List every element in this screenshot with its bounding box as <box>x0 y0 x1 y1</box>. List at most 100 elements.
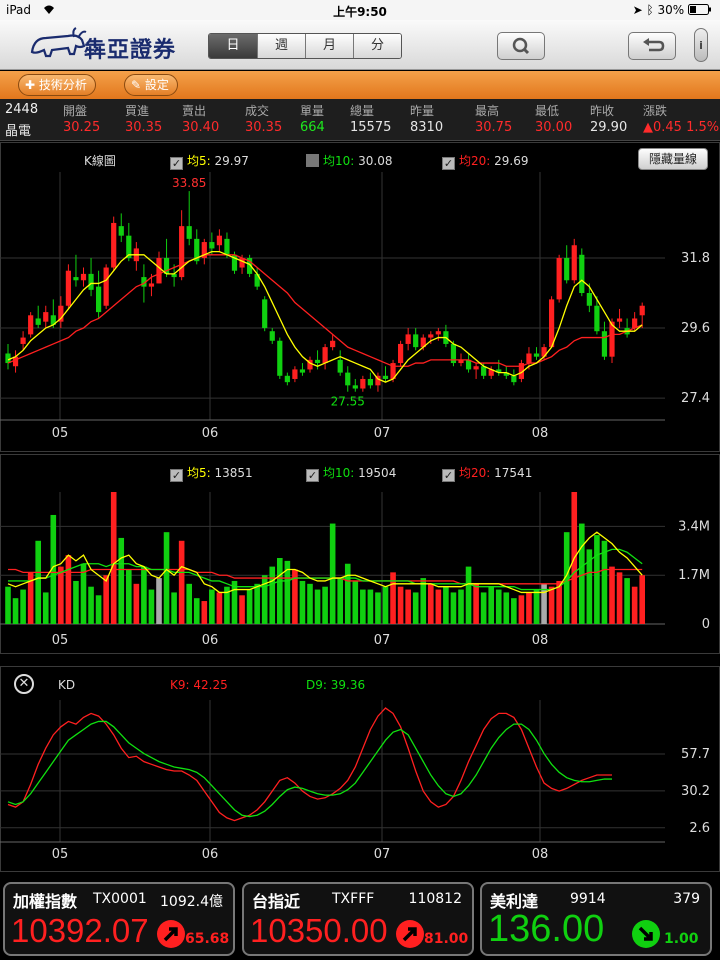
index-change: 1.00 <box>664 931 699 947</box>
volume-bar <box>216 592 223 624</box>
status-bar: iPad 上午9:50 ➤ ᛒ 30% <box>0 0 720 20</box>
volume-bar <box>616 572 623 624</box>
candle-body <box>216 235 222 246</box>
up-arrow-icon <box>157 920 185 948</box>
candle-body <box>533 353 540 357</box>
candle-body <box>428 334 434 338</box>
candle-body <box>435 331 441 335</box>
volume-bar <box>518 595 525 624</box>
volume-bar <box>495 589 502 624</box>
period-tab-week[interactable]: 週 <box>257 34 305 58</box>
volume-bar <box>171 592 177 624</box>
volume-bar <box>405 589 411 624</box>
volume-bar <box>352 580 359 624</box>
volume-bar <box>5 586 11 624</box>
volume-bar <box>382 586 389 624</box>
quote-field-value: 30.35 <box>125 120 163 135</box>
y-tick-label: 0 <box>702 617 710 632</box>
function-toolbar: ✚ 技術分析 ✎ 設定 <box>0 71 720 99</box>
candle-body <box>156 257 162 284</box>
quote-field-label: 買進 <box>125 104 150 118</box>
volume-bar <box>594 535 600 624</box>
volume-bar <box>329 523 336 624</box>
candle-body <box>186 226 192 239</box>
quote-field-label: 最低 <box>535 104 560 118</box>
candle-body <box>360 378 366 389</box>
index-name: 加權指數 <box>13 892 78 911</box>
candle-body <box>405 334 411 344</box>
quote-field-value: ▲0.45 1.5% <box>643 120 720 135</box>
quote-field-label: 昨量 <box>410 104 435 118</box>
quote-field-value: 30.75 <box>475 120 513 135</box>
bull-logo-icon <box>30 27 87 58</box>
index-extra: 110812 <box>408 891 462 907</box>
down-arrow-icon <box>632 920 660 948</box>
index-card[interactable]: 台指近 TXFFF 110812 10350.00 81.00 <box>242 882 474 956</box>
candle-body <box>224 238 230 255</box>
quote-field-value: 15575 <box>350 120 392 135</box>
volume-bar <box>307 583 313 624</box>
candle-body <box>601 331 608 357</box>
candle-body <box>35 318 41 325</box>
quote-field: 賣出 30.40 <box>182 102 219 138</box>
quote-field-label: 開盤 <box>63 104 88 118</box>
quote-field-value: 8310 <box>410 120 444 135</box>
info-button[interactable]: i <box>694 28 708 62</box>
quote-field: 成交 30.35 <box>245 102 282 138</box>
candle-body <box>511 375 517 383</box>
index-price: 136.00 <box>488 908 605 950</box>
volume-bar <box>428 583 434 624</box>
back-arrow-icon <box>643 38 665 52</box>
candle-body <box>594 305 600 332</box>
candle-body <box>88 273 94 290</box>
candle-body <box>111 222 117 268</box>
candle-body <box>352 385 358 389</box>
volume-bar <box>488 586 494 624</box>
volume-bar <box>390 572 396 624</box>
candle-body <box>413 334 419 348</box>
period-tab-day[interactable]: 日 <box>209 34 257 58</box>
volume-bar <box>322 586 328 624</box>
x-tick-label: 08 <box>532 426 549 441</box>
volume-bar <box>118 537 125 624</box>
volume-bar <box>231 580 238 624</box>
candle-body <box>526 353 532 364</box>
d9-line <box>7 720 612 818</box>
settings-button[interactable]: ✎ 設定 <box>124 74 178 96</box>
candle-body <box>382 375 389 379</box>
index-card[interactable]: 加權指數 TX0001 1092.4億 10392.07 65.68 <box>3 882 235 956</box>
volume-bar <box>186 583 192 624</box>
technical-analysis-label: 技術分析 <box>38 78 87 92</box>
candle-body <box>299 369 306 373</box>
battery-indicator: ➤ ᛒ 30% <box>633 3 712 17</box>
volume-bar <box>126 569 132 624</box>
candle-body <box>43 312 49 322</box>
index-card[interactable]: 美利達 9914 379 136.00 1.00 <box>480 882 712 956</box>
volume-bar <box>201 601 208 624</box>
volume-bar <box>609 566 615 624</box>
x-tick-label: 06 <box>202 633 219 648</box>
volume-bar <box>344 563 351 624</box>
volume-bar <box>420 578 427 624</box>
battery-icon <box>688 4 711 15</box>
volume-bar <box>88 586 94 624</box>
volume-bar <box>511 598 517 624</box>
period-tab-month[interactable]: 月 <box>305 34 353 58</box>
period-tab-minute[interactable]: 分 <box>353 34 401 58</box>
technical-analysis-button[interactable]: ✚ 技術分析 <box>18 74 96 96</box>
volume-bar <box>435 589 442 624</box>
candle-body <box>345 372 351 386</box>
quote-field-value: 29.90 <box>590 120 628 135</box>
wrench-icon: ✎ <box>131 78 142 92</box>
quote-field-label: 單量 <box>300 104 325 118</box>
search-button[interactable] <box>497 32 545 60</box>
back-button[interactable] <box>628 32 676 60</box>
volume-bar <box>548 586 555 624</box>
x-tick-label: 08 <box>532 633 549 648</box>
index-ticker-bar: 加權指數 TX0001 1092.4億 10392.07 65.68 台指近 TXFFF 11… <box>0 878 720 960</box>
quote-field-label: 總量 <box>350 104 375 118</box>
x-tick-label: 08 <box>532 847 549 862</box>
volume-bar <box>314 589 321 624</box>
y-tick-label: 57.7 <box>681 747 710 762</box>
index-price: 10392.07 <box>11 912 149 949</box>
